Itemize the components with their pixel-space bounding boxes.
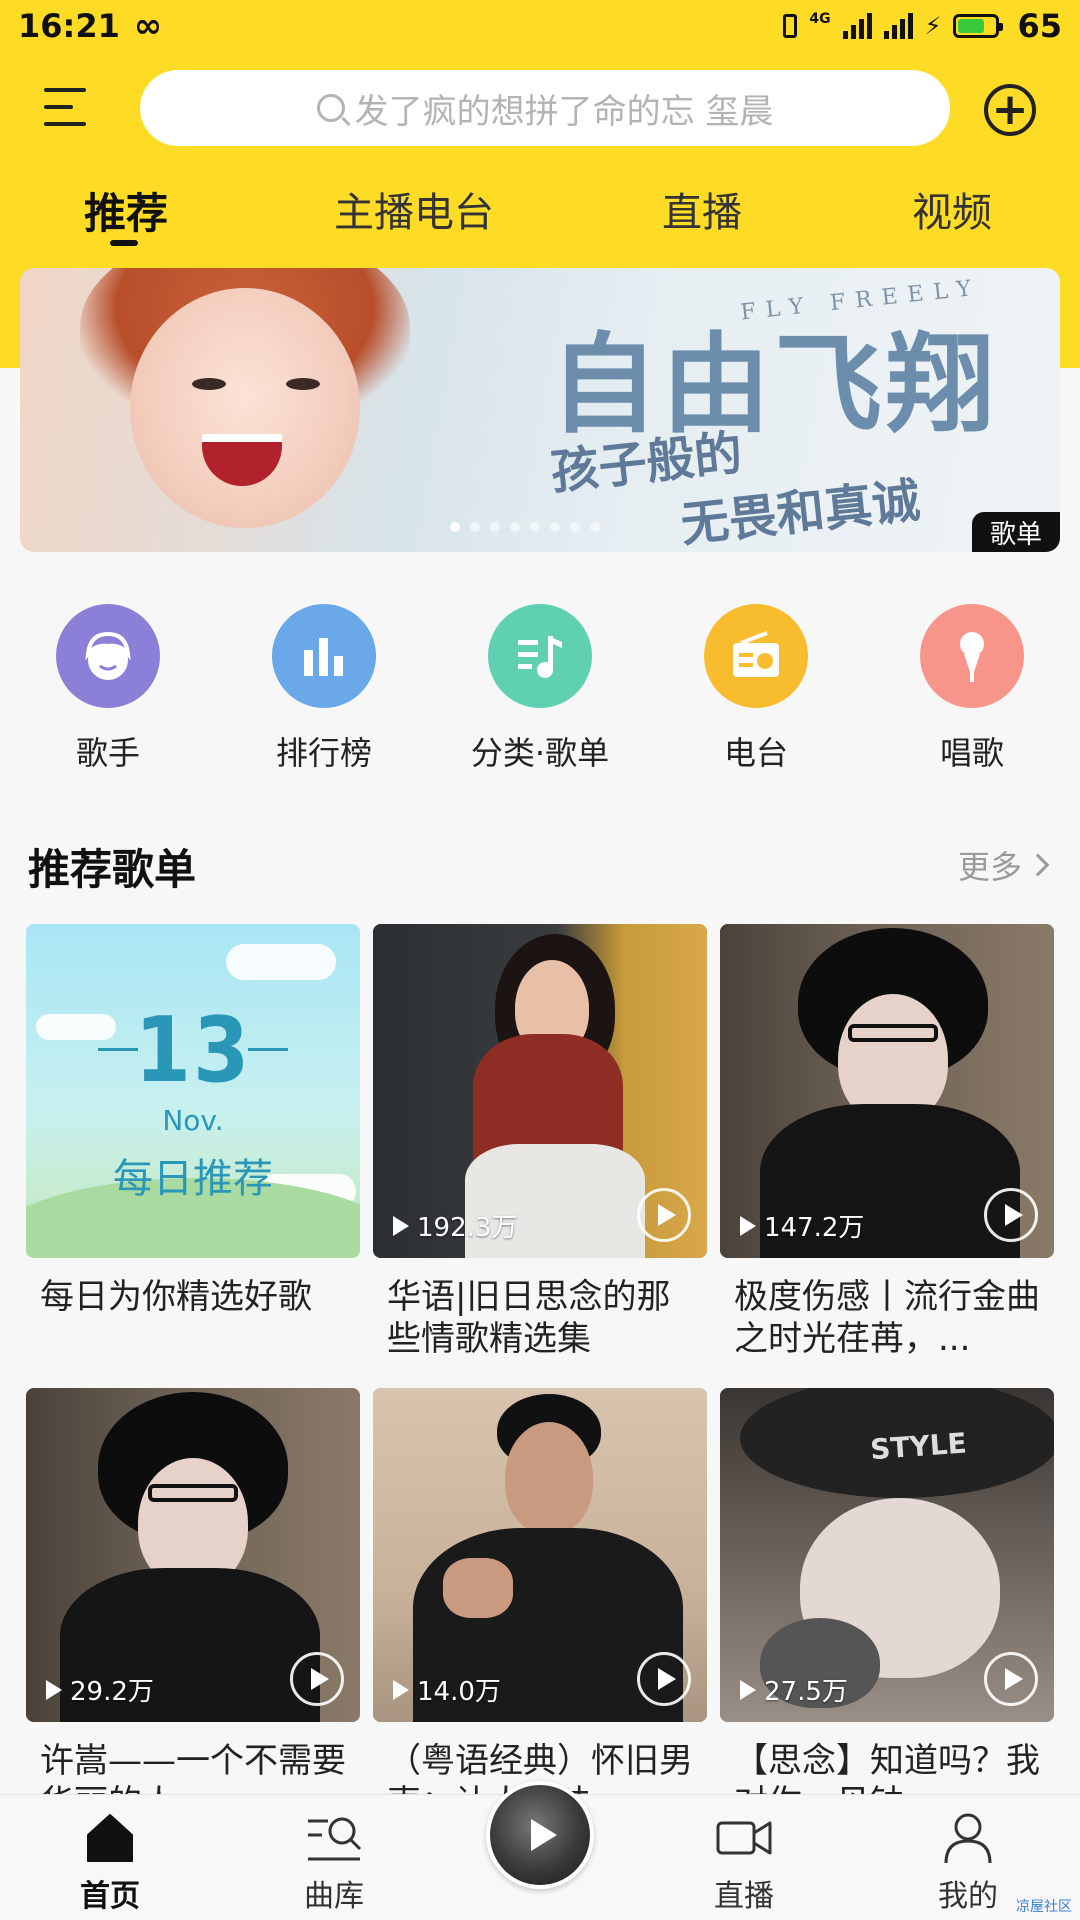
playlist-card[interactable]: 29.2万 许嵩——一个不需要华丽的人 [26,1388,360,1824]
battery-level: 65 [1017,7,1062,45]
playlist-card[interactable]: 13 Nov. 每日推荐 每日为你精选好歌 [26,924,360,1318]
quick-label: 歌手 [75,734,140,772]
signal-icon [842,13,872,39]
signal-icon-2 [883,13,913,39]
playlist-card[interactable]: 192.3万 华语|旧日思念的那些情歌精选集 [373,924,707,1360]
library-search-icon [306,1811,362,1865]
play-count: 29.2万 [46,1671,154,1708]
menu-icon[interactable] [44,88,86,126]
nav-library[interactable]: 曲库 [254,1811,414,1915]
card-cover-image: 29.2万 [26,1388,360,1722]
card-cover-image: 147.2万 [720,924,1054,1258]
quick-label: 分类·歌单 [470,734,610,772]
banner-child-image [80,268,410,552]
network-label: 4G [809,11,831,27]
card-title: 每日为你精选好歌 [40,1277,312,1317]
quick-charts[interactable]: 排行榜 [224,604,424,774]
play-icon[interactable] [984,1188,1038,1242]
quick-label: 排行榜 [275,734,372,772]
tab-live[interactable]: 直播 [662,180,742,238]
watermark: 凉屋社区 [1016,1899,1072,1915]
card-cover-image: 14.0万 [373,1388,707,1722]
playlist-card[interactable]: 147.2万 极度伤感丨流行金曲之时光荏苒，... [720,924,1054,1360]
more-link[interactable]: 更多 [957,842,1050,888]
play-count-label: 192.3万 [417,1213,518,1243]
card-title: 极度伤感丨流行金曲之时光荏苒，... [734,1277,1040,1359]
banner-indicator [450,522,600,532]
playlist-card[interactable]: 14.0万 （粤语经典）怀旧男声：让人回味 [373,1388,707,1824]
chart-bars-icon [272,604,376,708]
search-icon [316,94,345,122]
play-icon[interactable] [290,1652,344,1706]
play-icon [531,1819,557,1851]
chevron-right-icon [1026,853,1050,877]
quick-radio[interactable]: 电台 [656,604,856,774]
charging-icon: ⚡ [924,12,942,40]
tab-recommend[interactable]: 推荐 [84,180,168,241]
card-cover-image: 192.3万 [373,924,707,1258]
vibrate-icon [783,14,798,38]
add-circle-icon[interactable]: + [984,84,1036,136]
play-count-label: 29.2万 [70,1677,154,1707]
play-count-label: 14.0万 [417,1677,501,1707]
daily-recommend-cover: 13 Nov. 每日推荐 [26,924,360,1258]
quick-sing[interactable]: 唱歌 [872,604,1072,774]
person-icon [940,1811,996,1865]
card-title: 华语|旧日思念的那些情歌精选集 [387,1277,671,1359]
status-time: 16:21 [18,7,120,45]
play-icon[interactable] [984,1652,1038,1706]
play-count: 27.5万 [740,1671,848,1708]
top-bar: 发了疯的想拼了命的忘 玺晨 + [0,68,1080,148]
play-icon[interactable] [637,1188,691,1242]
quick-singer[interactable]: 歌手 [8,604,208,774]
music-list-icon [488,604,592,708]
play-count: 14.0万 [393,1671,501,1708]
play-count: 192.3万 [393,1207,517,1244]
play-count-label: 27.5万 [764,1677,848,1707]
tab-anchor-radio[interactable]: 主播电台 [334,180,494,238]
search-input[interactable]: 发了疯的想拼了命的忘 玺晨 [140,70,950,146]
tab-video[interactable]: 视频 [912,180,992,238]
banner-carousel[interactable]: FLY FREELY 自由飞翔 孩子般的 无畏和真诚 歌单 [20,268,1060,552]
video-camera-icon [716,1811,772,1865]
play-count: 147.2万 [740,1207,864,1244]
infinity-icon: ∞ [133,6,163,46]
quick-category-playlist[interactable]: 分类·歌单 [440,604,640,774]
card-cover-image: STYLE 27.5万 [720,1388,1054,1722]
bottom-navigation: 首页 曲库 直播 我的 凉屋社区 [0,1781,1080,1920]
nav-label: 首页 [80,1879,140,1914]
status-bar: 16:21 ∞ 4G ⚡ 65 [0,0,1080,52]
nav-label: 曲库 [304,1879,364,1914]
play-count-label: 147.2万 [764,1213,865,1243]
home-icon [82,1811,138,1865]
battery-icon [953,14,1004,38]
quick-label: 电台 [723,734,788,772]
daily-day: 13 [134,998,252,1103]
daily-label: 每日推荐 [113,1156,273,1202]
radio-icon [704,604,808,708]
nav-label: 我的 [938,1879,998,1914]
microphone-icon [920,604,1024,708]
search-placeholder: 发了疯的想拼了命的忘 玺晨 [354,91,774,132]
more-label: 更多 [957,848,1022,886]
singer-icon [56,604,160,708]
tab-bar: 推荐 主播电台 直播 视频 [0,180,1080,250]
play-icon[interactable] [637,1652,691,1706]
daily-month: Nov. [162,1104,224,1137]
section-title: 推荐歌单 [28,845,197,894]
nav-home[interactable]: 首页 [30,1811,190,1915]
nav-label: 直播 [714,1879,774,1914]
banner-tag: 歌单 [972,512,1060,552]
tab-active-indicator [110,240,138,246]
now-playing-button[interactable] [486,1781,594,1889]
playlist-card[interactable]: STYLE 27.5万 【思念】知道吗？我对你一见钟 [720,1388,1054,1824]
nav-live[interactable]: 直播 [664,1811,824,1915]
quick-label: 唱歌 [939,734,1004,772]
